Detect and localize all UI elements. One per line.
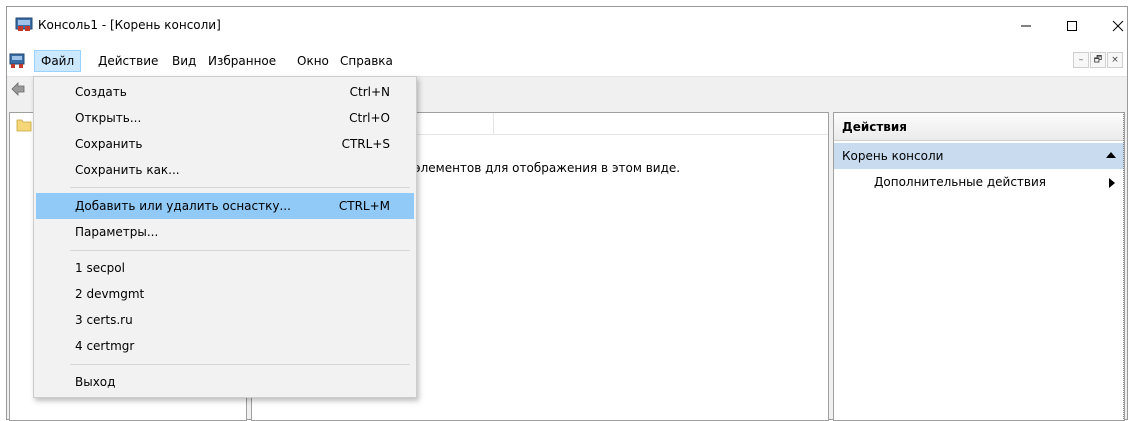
menu-item-exit[interactable]: Выход	[36, 369, 414, 395]
actions-header: Действия	[834, 113, 1124, 141]
menu-item-shortcut: Ctrl+O	[349, 111, 390, 125]
back-arrow-icon[interactable]	[10, 81, 26, 97]
menu-file[interactable]: Файл	[34, 50, 82, 72]
mmc-app-icon	[15, 17, 33, 31]
mmc-document-icon[interactable]	[9, 53, 25, 69]
menu-separator	[70, 250, 410, 251]
close-button[interactable]	[1095, 7, 1128, 45]
menu-item-label: Выход	[75, 375, 116, 389]
actions-title: Действия	[842, 120, 908, 134]
menu-help[interactable]: Справка	[334, 50, 399, 72]
menu-item-label: Открыть...	[75, 111, 142, 125]
menu-item-label: Создать	[75, 85, 127, 99]
minimize-button[interactable]	[1003, 7, 1049, 45]
mdi-close-button[interactable]: ×	[1107, 52, 1123, 68]
actions-pane: Действия Корень консоли Дополнительные д…	[833, 112, 1125, 421]
actions-section-label: Корень консоли	[842, 149, 944, 163]
close-icon	[1112, 20, 1124, 32]
mdi-controls: – 🗗 ×	[1073, 52, 1123, 68]
menu-item-label: Добавить или удалить оснастку...	[75, 199, 291, 213]
menu-item-options[interactable]: Параметры...	[36, 219, 414, 245]
menu-item-open[interactable]: Открыть... Ctrl+O	[36, 105, 414, 131]
menu-item-label: 2 devmgmt	[75, 287, 145, 301]
menu-item-label: 3 certs.ru	[75, 313, 133, 327]
window-title: Консоль1 - [Корень консоли]	[38, 18, 221, 32]
menu-item-recent-4[interactable]: 4 certmgr	[36, 333, 414, 359]
menu-item-add-remove-snapin[interactable]: Добавить или удалить оснастку... CTRL+M	[36, 193, 414, 219]
title-bar: Консоль1 - [Корень консоли]	[7, 7, 1127, 45]
menu-item-label: 4 certmgr	[75, 339, 135, 353]
menu-item-recent-3[interactable]: 3 certs.ru	[36, 307, 414, 333]
maximize-icon	[1067, 21, 1077, 31]
more-actions-item[interactable]: Дополнительные действия	[874, 175, 1046, 189]
menu-item-label: 1 secpol	[75, 261, 125, 275]
mdi-restore-button[interactable]: 🗗	[1090, 52, 1106, 68]
menu-action[interactable]: Действие	[92, 50, 164, 72]
submenu-arrow-icon	[1109, 178, 1115, 188]
actions-section-root[interactable]: Корень консоли	[834, 143, 1124, 169]
menu-view[interactable]: Вид	[166, 50, 202, 72]
menu-separator	[70, 364, 410, 365]
file-menu-dropdown: Создать Ctrl+N Открыть... Ctrl+O Сохрани…	[33, 76, 417, 398]
menu-item-create[interactable]: Создать Ctrl+N	[36, 79, 414, 105]
column-separator[interactable]	[493, 113, 494, 135]
menu-item-label: Сохранить как...	[75, 163, 180, 177]
menu-item-save[interactable]: Сохранить CTRL+S	[36, 131, 414, 157]
menu-item-label: Сохранить	[75, 137, 143, 151]
menu-item-save-as[interactable]: Сохранить как...	[36, 157, 414, 183]
folder-icon	[16, 119, 32, 132]
collapse-up-icon[interactable]	[1106, 152, 1116, 159]
menu-item-recent-2[interactable]: 2 devmgmt	[36, 281, 414, 307]
mdi-minimize-button[interactable]: –	[1073, 52, 1089, 68]
menu-window[interactable]: Окно	[291, 50, 335, 72]
menu-separator	[70, 187, 410, 188]
menu-item-label: Параметры...	[75, 225, 159, 239]
menu-item-shortcut: Ctrl+N	[349, 85, 390, 99]
menu-favorites[interactable]: Избранное	[202, 50, 282, 72]
menu-bar: Файл Действие Вид Избранное Окно Справка…	[7, 45, 1127, 77]
menu-item-shortcut: CTRL+S	[341, 137, 390, 151]
pane-edge	[1123, 112, 1127, 421]
minimize-icon	[1021, 25, 1031, 27]
maximize-button[interactable]	[1049, 7, 1095, 45]
menu-item-shortcut: CTRL+M	[338, 199, 390, 213]
menu-item-recent-1[interactable]: 1 secpol	[36, 255, 414, 281]
